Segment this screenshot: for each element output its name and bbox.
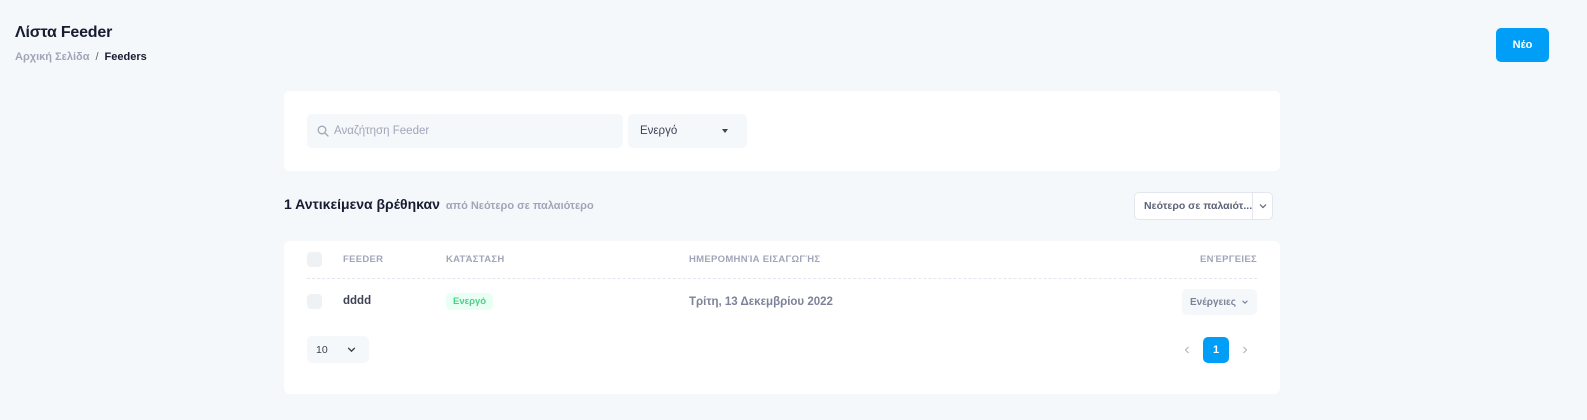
actions-dropdown-button[interactable]: Ενέργειες — [1182, 289, 1257, 315]
breadcrumb-separator: / — [95, 51, 99, 63]
column-header-status[interactable]: ΚΑΤΆΣΤΑΣΗ — [446, 254, 505, 265]
column-header-feeder[interactable]: FEEDER — [343, 254, 383, 265]
results-summary: 1 Αντικείμενα βρέθηκαν από Νεότερο σε πα… — [284, 196, 594, 212]
row-checkbox[interactable] — [307, 294, 322, 309]
feeder-name[interactable]: dddd — [343, 295, 371, 307]
sort-select[interactable]: Νεότερο σε παλαιότ... — [1134, 192, 1273, 220]
caret-down-icon — [722, 129, 728, 133]
results-sort-text: από Νεότερο σε παλαιότερο — [445, 200, 594, 212]
page-size-value: 10 — [316, 343, 328, 356]
page-button-current[interactable]: 1 — [1203, 337, 1229, 363]
search-icon — [317, 125, 329, 137]
status-select[interactable]: Ενεργό — [628, 114, 747, 148]
breadcrumb-current: Feeders — [104, 51, 147, 63]
filter-card: Ενεργό — [284, 91, 1280, 171]
select-all-checkbox[interactable] — [307, 252, 322, 267]
chevron-down-icon — [1252, 193, 1272, 219]
new-button[interactable]: Νέο — [1496, 28, 1549, 62]
breadcrumb: Αρχική Σελίδα / Feeders — [15, 51, 147, 63]
search-input[interactable] — [334, 125, 614, 137]
header-divider — [307, 278, 1257, 279]
search-box[interactable] — [307, 114, 623, 148]
chevron-down-icon — [1242, 300, 1248, 304]
insert-date: Τρίτη, 13 Δεκεμβρίου 2022 — [689, 296, 833, 308]
page-toolbar: Λίστα Feeder Αρχική Σελίδα / Feeders — [15, 24, 147, 63]
feeders-table: FEEDER ΚΑΤΆΣΤΑΣΗ ΗΜΕΡΟΜΗΝΊΑ ΕΙΣΑΓΩΓΉΣ ΕΝ… — [284, 241, 1280, 394]
chevron-left-icon — [1184, 346, 1189, 354]
status-badge: Ενεργό — [446, 293, 494, 310]
previous-page-button[interactable] — [1174, 337, 1200, 363]
next-page-button[interactable] — [1232, 337, 1258, 363]
page-size-select[interactable]: 10 — [307, 336, 369, 363]
breadcrumb-home-link[interactable]: Αρχική Σελίδα — [15, 51, 89, 63]
pagination: 1 — [1174, 337, 1258, 363]
page-title: Λίστα Feeder — [15, 24, 113, 41]
actions-label: Ενέργειες — [1190, 296, 1236, 308]
sort-select-value: Νεότερο σε παλαιότ... — [1144, 200, 1252, 212]
chevron-right-icon — [1243, 346, 1248, 354]
column-header-date[interactable]: ΗΜΕΡΟΜΗΝΊΑ ΕΙΣΑΓΩΓΉΣ — [689, 254, 820, 265]
results-count: 1 Αντικείμενα βρέθηκαν — [284, 196, 440, 212]
column-header-actions: ΕΝΈΡΓΕΙΕΣ — [1199, 254, 1257, 265]
chevron-down-icon — [347, 347, 355, 353]
status-select-value: Ενεργό — [640, 125, 678, 137]
